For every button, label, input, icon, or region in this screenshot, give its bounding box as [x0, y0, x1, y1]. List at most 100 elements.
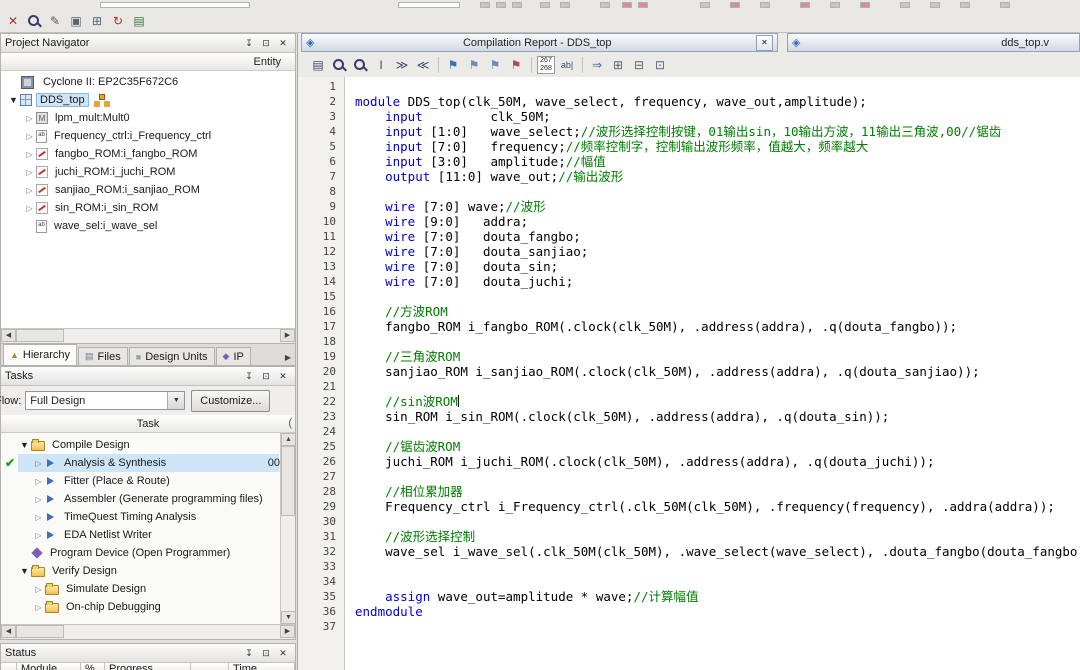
edit-icon[interactable]: ✎ — [45, 12, 65, 31]
code-line[interactable]: wire [7:0] douta_juchi; — [355, 274, 1080, 289]
task-row-simulate-design[interactable]: ▷Simulate Design — [1, 580, 295, 598]
code-line[interactable]: //相位累加器 — [355, 484, 1080, 499]
expand-arrow-icon[interactable]: ▷ — [23, 204, 36, 213]
indent-decrease-icon[interactable]: ≪ — [413, 55, 433, 75]
tab-design-units[interactable]: ■Design Units — [129, 347, 215, 365]
expand-arrow-icon[interactable]: ▷ — [32, 459, 45, 468]
code-line[interactable]: wave_sel i_wave_sel(.clk_50M(clk_50M), .… — [355, 544, 1080, 559]
collapse-arrow-icon[interactable]: ▼ — [18, 440, 31, 450]
code-line[interactable]: sanjiao_ROM i_sanjiao_ROM(.clock(clk_50M… — [355, 364, 1080, 379]
code-line[interactable]: module DDS_top(clk_50M, wave_select, fre… — [355, 94, 1080, 109]
code-line[interactable]: Frequency_ctrl i_Frequency_ctrl(.clk_50M… — [355, 499, 1080, 514]
text-cursor-icon[interactable]: I — [371, 55, 391, 75]
expand-arrow-icon[interactable]: ▷ — [32, 477, 45, 486]
device-item[interactable]: Cyclone II: EP2C35F672C6 — [1, 73, 295, 91]
task-column-header[interactable]: Task ( — [1, 415, 295, 433]
scroll-left-button[interactable]: ◀ — [1, 329, 16, 342]
tab-hierarchy[interactable]: ▲Hierarchy — [3, 344, 77, 365]
code-line[interactable]: assign wave_out=amplitude * wave;//计算幅值 — [355, 589, 1080, 604]
close-red-icon[interactable]: ✕ — [3, 12, 23, 31]
next-document-icon[interactable]: ⇒ — [587, 55, 607, 75]
code-line[interactable]: endmodule — [355, 604, 1080, 619]
tree-item-dds-top[interactable]: ▼DDS_top — [1, 91, 295, 109]
window-grid-icon[interactable]: ⊞ — [87, 12, 107, 31]
entity-column-header[interactable]: Entity — [1, 53, 295, 71]
code-line[interactable]: wire [9:0] addra; — [355, 214, 1080, 229]
tree-item-wave-sel-i-wave-sel[interactable]: wave_sel:i_wave_sel — [1, 217, 295, 235]
expand-arrow-icon[interactable]: ▷ — [23, 150, 36, 159]
code-line[interactable]: input clk_50M; — [355, 109, 1080, 124]
editor-window-titlebar[interactable]: ◈ dds_top.v — [787, 33, 1080, 52]
tree-item-sin-rom-i-sin-rom[interactable]: ▷sin_ROM:i_sin_ROM — [1, 199, 295, 217]
window-icon-1[interactable]: ⊞ — [608, 55, 628, 75]
close-panel-button[interactable]: ✕ — [275, 36, 291, 51]
task-row-program-device-open-programmer[interactable]: Program Device (Open Programmer) — [1, 544, 295, 562]
code-line[interactable] — [355, 184, 1080, 199]
task-row-compile-design[interactable]: ▼Compile Design — [1, 436, 295, 454]
scroll-thumb[interactable] — [16, 625, 64, 638]
status-col-module[interactable]: Module — [17, 663, 81, 670]
code-line[interactable] — [355, 559, 1080, 574]
script-icon[interactable]: ▤ — [129, 12, 149, 31]
scroll-left-button[interactable]: ◀ — [1, 625, 16, 638]
tree-item-juchi-rom-i-juchi-rom[interactable]: ▷juchi_ROM:i_juchi_ROM — [1, 163, 295, 181]
code-line[interactable]: output [11:0] wave_out;//输出波形 — [355, 169, 1080, 184]
code-line[interactable] — [355, 619, 1080, 634]
float-button[interactable]: ⊡ — [258, 646, 274, 661]
bookmark-next-icon[interactable]: ⚑ — [464, 55, 484, 75]
float-button[interactable]: ⊡ — [258, 369, 274, 384]
code-line[interactable]: wire [7:0] wave;//波形 — [355, 199, 1080, 214]
expand-arrow-icon[interactable]: ▷ — [32, 585, 45, 594]
tasks-hscrollbar[interactable]: ◀ ▶ — [1, 624, 295, 639]
code-line[interactable]: juchi_ROM i_juchi_ROM(.clock(clk_50M), .… — [355, 454, 1080, 469]
task-row-assembler-generate-programming-files[interactable]: ▷Assembler (Generate programming files) — [1, 490, 295, 508]
pin-button[interactable]: ↧ — [241, 36, 257, 51]
code-line[interactable] — [355, 79, 1080, 94]
flow-select[interactable]: Full Design ▼ — [25, 391, 185, 410]
expand-arrow-icon[interactable]: ▷ — [23, 132, 36, 141]
code-line[interactable]: //方波ROM — [355, 304, 1080, 319]
code-line[interactable]: fangbo_ROM i_fangbo_ROM(.clock(clk_50M),… — [355, 319, 1080, 334]
tree-item-sanjiao-rom-i-sanjiao-rom[interactable]: ▷sanjiao_ROM:i_sanjiao_ROM — [1, 181, 295, 199]
bookmark-prev-icon[interactable]: ⚑ — [485, 55, 505, 75]
refresh-icon[interactable]: ↻ — [108, 12, 128, 31]
tree-item-lpm-mult-mult0[interactable]: ▷lpm_mult:Mult0 — [1, 109, 295, 127]
indent-increase-icon[interactable]: ≫ — [392, 55, 412, 75]
expand-arrow-icon[interactable]: ▷ — [32, 531, 45, 540]
code-line[interactable]: //三角波ROM — [355, 349, 1080, 364]
expand-arrow-icon[interactable]: ▷ — [23, 186, 36, 195]
pin-button[interactable]: ↧ — [241, 646, 257, 661]
scroll-right-button[interactable]: ▶ — [280, 625, 295, 638]
close-report-button[interactable]: ✕ — [756, 35, 773, 51]
status-col-time[interactable]: Time — [229, 663, 295, 670]
export-source-icon[interactable]: ▤ — [308, 55, 328, 75]
tab-files[interactable]: ▤Files — [78, 347, 128, 365]
code-line[interactable]: sin_ROM i_sin_ROM(.clock(clk_50M), .addr… — [355, 409, 1080, 424]
code-line[interactable]: //sin波ROM — [355, 394, 1080, 409]
close-panel-button[interactable]: ✕ — [275, 369, 291, 384]
expand-arrow-icon[interactable]: ▷ — [32, 603, 45, 612]
task-row-on-chip-debugging[interactable]: ▷On-chip Debugging — [1, 598, 295, 616]
tab-overflow-button[interactable]: ▶ — [281, 349, 295, 365]
close-panel-button[interactable]: ✕ — [275, 646, 291, 661]
window-icon-3[interactable]: ⊡ — [650, 55, 670, 75]
expand-arrow-icon[interactable]: ▷ — [23, 168, 36, 177]
code-line[interactable] — [355, 514, 1080, 529]
find-icon[interactable] — [329, 55, 349, 75]
code-line[interactable]: wire [7:0] douta_sanjiao; — [355, 244, 1080, 259]
report-window-titlebar[interactable]: ◈ Compilation Report - DDS_top ✕ — [301, 33, 778, 52]
pn-hscrollbar[interactable]: ◀ ▶ — [1, 328, 295, 343]
code-line[interactable]: wire [7:0] douta_fangbo; — [355, 229, 1080, 244]
task-row-analysis-synthesis[interactable]: ✔▷Analysis & Synthesis00 — [1, 454, 295, 472]
tree-item-frequency-ctrl-i-frequency-ctrl[interactable]: ▷Frequency_ctrl:i_Frequency_ctrl — [1, 127, 295, 145]
expand-arrow-icon[interactable]: ▷ — [23, 114, 36, 123]
clipboard-icon[interactable]: ▣ — [66, 12, 86, 31]
pin-button[interactable]: ↧ — [241, 369, 257, 384]
float-button[interactable]: ⊡ — [258, 36, 274, 51]
task-row-eda-netlist-writer[interactable]: ▷EDA Netlist Writer — [1, 526, 295, 544]
status-col-[interactable]: % — [81, 663, 105, 670]
code-line[interactable] — [355, 424, 1080, 439]
code-line[interactable]: //锯齿波ROM — [355, 439, 1080, 454]
code-line[interactable] — [355, 289, 1080, 304]
line-count-badge[interactable]: 267 268 — [536, 55, 556, 75]
